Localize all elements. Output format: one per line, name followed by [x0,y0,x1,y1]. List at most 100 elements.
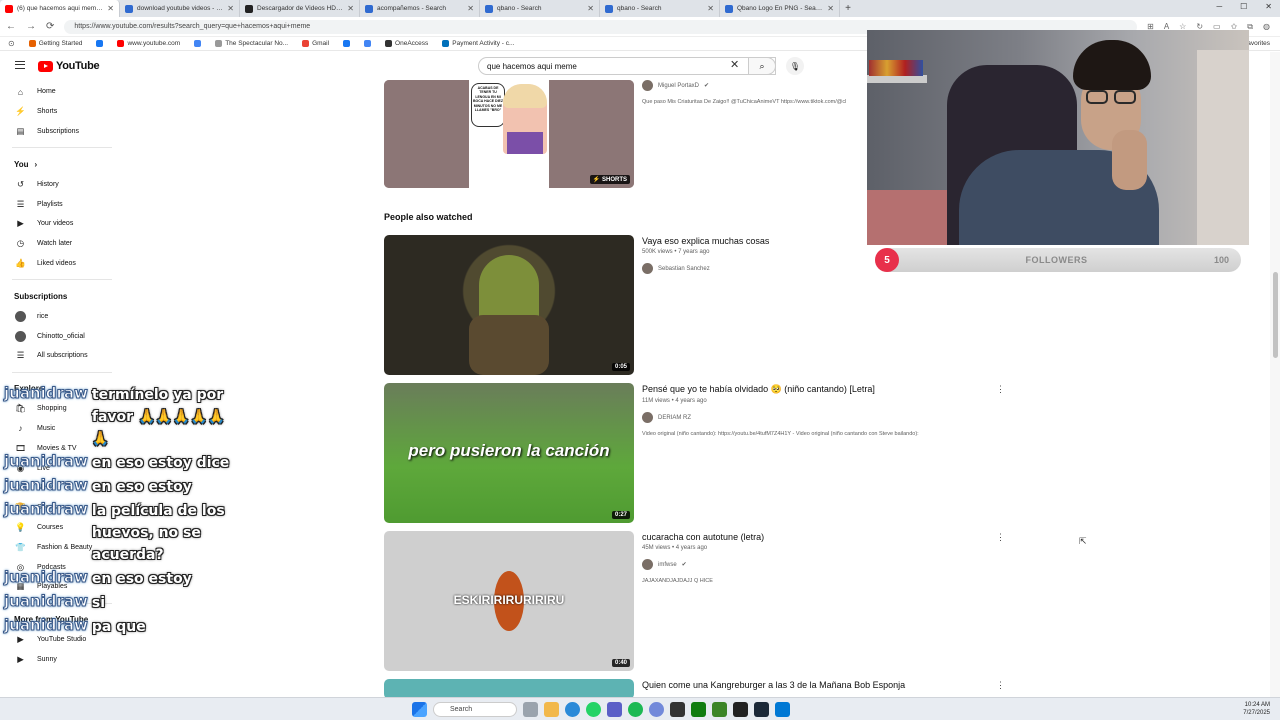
teams-icon[interactable] [607,702,622,717]
sidebar-item[interactable]: ⚡ Shorts [0,102,120,122]
close-window-icon[interactable]: ✕ [1265,2,1272,11]
sidebar-item[interactable]: ▶ Your videos [0,214,120,234]
browser-tab[interactable]: download youtube videos - Search ✕ [120,0,240,17]
video-thumbnail[interactable]: pero pusieron la canción 0:27 [384,383,634,523]
search-button[interactable]: ⌕ [748,57,776,75]
bookmark-item[interactable] [343,40,351,47]
browser-tab[interactable]: qbano - Search ✕ [600,0,720,17]
sidebar-item[interactable]: ⌂ Home [0,82,120,102]
file-explorer-icon[interactable] [544,702,559,717]
video-description: JAJAXANDJAJDAJJ Q HICE [642,578,713,584]
bookmark-item[interactable]: OneAccess [385,40,428,47]
tab-favicon [365,4,373,13]
bookmark-item[interactable] [194,40,202,47]
sidebar-item[interactable]: ↺ History [0,174,120,194]
steam-icon[interactable] [754,702,769,717]
video-title[interactable]: Quien come una Kangreburger a las 3 de l… [642,680,1002,690]
forward-icon[interactable]: → [26,21,36,32]
taskbar-clock[interactable]: 10:24 AM 7/27/2025 [1243,701,1270,717]
taskbar-search[interactable]: Search [433,702,517,717]
youtube-logo[interactable]: YouTube [38,60,100,72]
sidebar-item[interactable]: Chinotto_oficial [0,326,120,346]
tab-title: Descargador de Videos HD de Yo [257,5,343,12]
channel-row[interactable]: imfwse ✔ [642,559,1002,570]
video-thumbnail[interactable] [384,679,634,699]
more-options-icon[interactable]: ⋮ [996,532,1005,543]
sidebar-item-label: All subscriptions [37,352,88,360]
sidebar-item[interactable]: ▶ Sunny [0,650,120,670]
more-options-icon[interactable]: ⋮ [996,680,1005,691]
bookmark-item[interactable]: Getting Started [28,40,82,47]
start-icon[interactable] [412,702,427,717]
close-tab-icon[interactable]: ✕ [227,4,234,13]
sidebar-item[interactable]: ◷ Watch later [0,234,120,254]
sidebar-item-label: Your videos [37,220,74,228]
reload-icon[interactable]: ⟳ [46,21,54,32]
discord-icon[interactable] [649,702,664,717]
bookmark-label: Payment Activity - c... [452,40,515,47]
obs-icon[interactable] [733,702,748,717]
top-result-thumbnail[interactable]: ACABAS DE TENER TU LENGUA EN MI BOCA HAC… [384,80,634,188]
bookmark-item[interactable]: The Spectacular No... [215,40,288,47]
scroll-thumb[interactable] [1273,272,1278,358]
sidebar-section-heading[interactable]: You › [0,154,120,174]
edge-icon[interactable] [565,702,580,717]
verified-icon: ✔ [681,562,687,568]
mouse-cursor-icon: ⇱ [1079,536,1087,546]
video-title[interactable]: Pensé que yo te había olvidado 🥺 (niño c… [642,384,1002,395]
browser-tab[interactable]: qbano - Search ✕ [480,0,600,17]
search-icon: ⌕ [759,60,765,71]
close-tab-icon[interactable]: ✕ [707,4,714,13]
tab-actions-icon[interactable]: ⊙ [8,39,15,48]
chat-text: en eso estoy [91,571,192,587]
new-tab-button[interactable]: + [840,3,856,14]
epic-games-icon[interactable] [670,702,685,717]
close-tab-icon[interactable]: ✕ [347,4,354,13]
sidebar-item[interactable]: ▤ Subscriptions [0,122,120,142]
sidebar-item[interactable]: 👍 Liked videos [0,254,120,274]
profile-icon[interactable]: ◍ [1263,22,1270,32]
more-options-icon[interactable]: ⋮ [996,384,1005,395]
channel-name[interactable]: Miguel PortaxD [658,83,699,89]
bookmark-item[interactable] [364,40,372,47]
bookmark-item[interactable]: www.youtube.com [117,40,180,47]
close-tab-icon[interactable]: ✕ [827,4,834,13]
whatsapp-icon[interactable] [586,702,601,717]
video-thumbnail[interactable]: ESKIRIRIRURIRIRU 0:40 [384,531,634,671]
chat-text: pa que [91,619,146,635]
sidebar-item[interactable]: rice [0,306,120,326]
clear-search-icon[interactable]: ✕ [730,58,739,71]
voice-search-button[interactable]: 🎙 [786,57,804,75]
bookmark-item[interactable]: Payment Activity - c... [442,40,514,47]
close-tab-icon[interactable]: ✕ [107,4,114,13]
bookmark-item[interactable]: Gmail [302,40,329,47]
minecraft-icon[interactable] [712,702,727,717]
browser-tab[interactable]: (6) que hacemos aqui meme - Yo ✕ [0,0,120,17]
video-thumbnail[interactable]: 0:05 [384,235,634,375]
page-scrollbar[interactable] [1270,52,1280,700]
spotify-icon[interactable] [628,702,643,717]
bookmark-icon [215,40,223,47]
sidebar-item-label: Sunny [37,655,57,663]
close-tab-icon[interactable]: ✕ [467,4,474,13]
bookmark-item[interactable] [96,40,104,47]
channel-name[interactable]: Sebastian Sanchez [658,266,710,272]
video-title[interactable]: cucaracha con autotune (letra) [642,532,1002,542]
app-icon[interactable] [775,702,790,717]
browser-tab[interactable]: Qbano Logo En PNG - Search Ima✕ [720,0,840,17]
close-tab-icon[interactable]: ✕ [587,4,594,13]
channel-name[interactable]: imfwse [658,562,677,568]
maximize-icon[interactable]: ☐ [1240,2,1247,11]
channel-name[interactable]: DERIAM RZ [658,415,691,421]
back-icon[interactable]: ← [6,21,16,32]
browser-tab[interactable]: acompañemos - Search ✕ [360,0,480,17]
tab-favicon [5,4,13,13]
channel-row[interactable]: DERIAM RZ [642,412,1002,423]
minimize-icon[interactable]: ─ [1216,2,1222,11]
xbox-icon[interactable] [691,702,706,717]
sidebar-item[interactable]: ☰ Playlists [0,194,120,214]
sidebar-item[interactable]: ☰ All subscriptions [0,346,120,366]
browser-tab[interactable]: Descargador de Videos HD de Yo ✕ [240,0,360,17]
hamburger-menu-icon[interactable] [15,61,25,69]
task-view-icon[interactable] [523,702,538,717]
